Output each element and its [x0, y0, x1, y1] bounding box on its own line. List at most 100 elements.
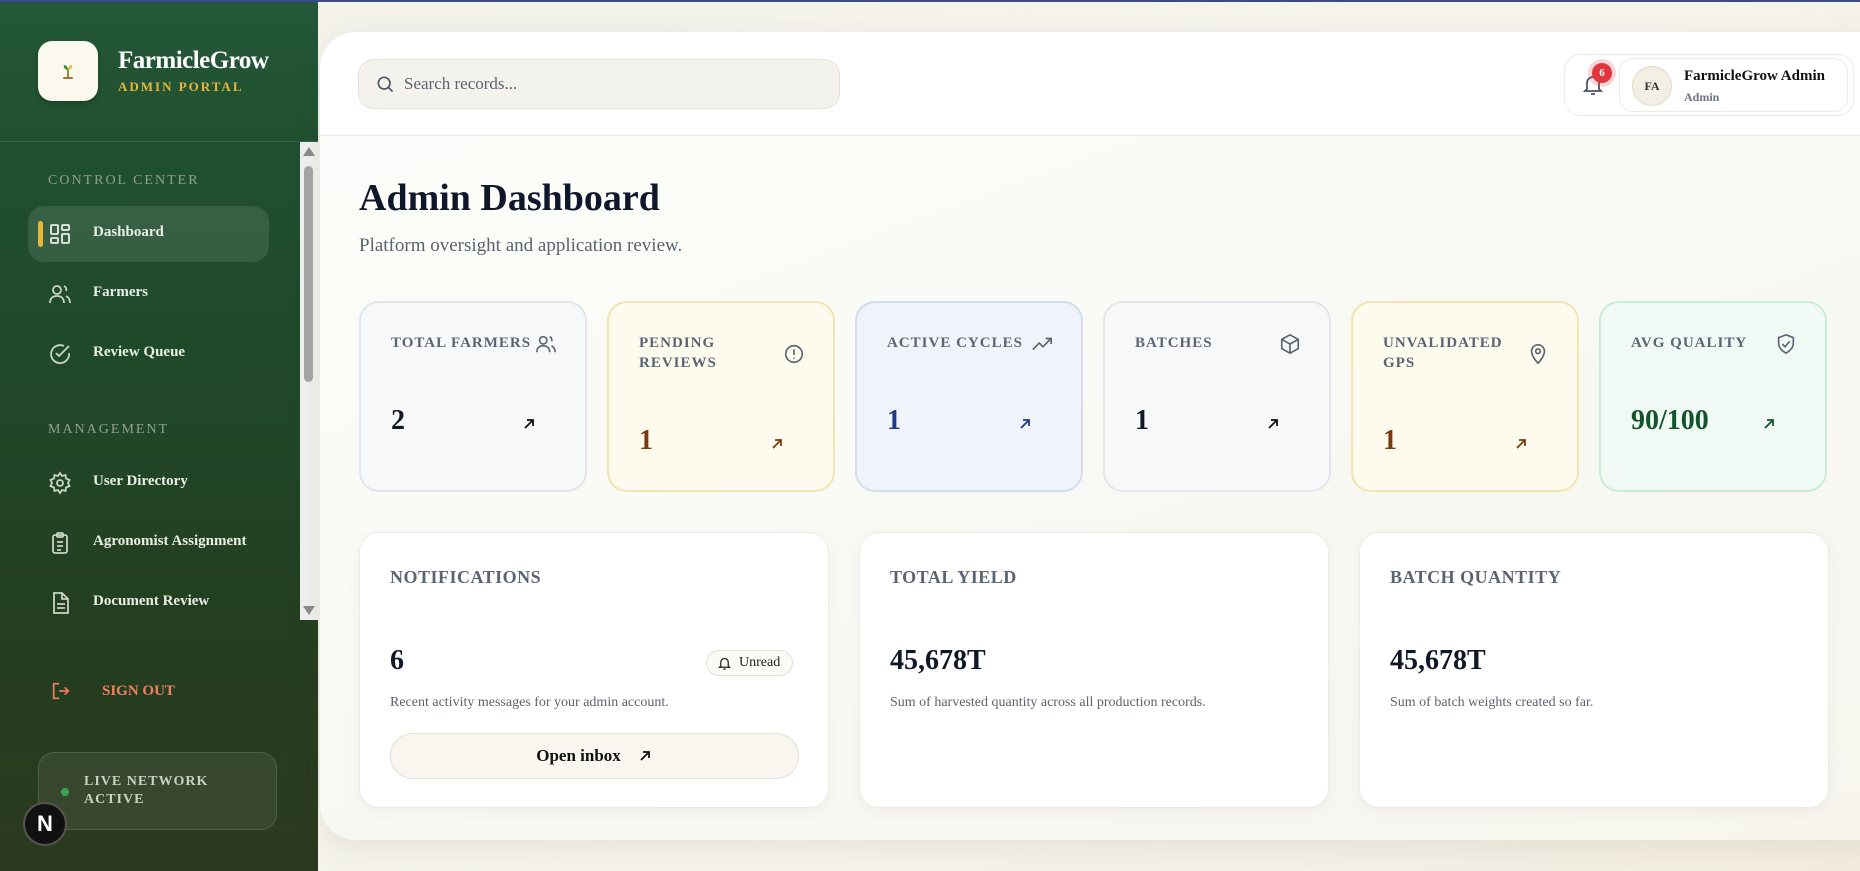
sidebar-item-review-queue[interactable]: Review Queue	[28, 326, 269, 382]
user-name: FarmicleGrow Admin	[1684, 68, 1825, 84]
sidebar-item-label: Dashboard	[93, 224, 164, 240]
users-icon	[49, 285, 71, 304]
section-label-control-center: CONTROL CENTER	[48, 173, 200, 188]
arrow-up-right-icon	[1268, 419, 1278, 429]
search-icon	[377, 76, 394, 93]
gear-icon	[49, 471, 71, 495]
stat-card-avg-quality[interactable]: AVG QUALITY 90/100	[1599, 301, 1827, 492]
card-description: Sum of batch weights created so far.	[1390, 695, 1594, 710]
grid-icon	[50, 224, 70, 244]
trending-up-icon	[1032, 337, 1052, 351]
clipboard-icon	[52, 532, 68, 554]
sprout-icon	[63, 65, 73, 79]
sidebar-item-label: User Directory	[93, 473, 188, 489]
stat-label: BATCHES	[1135, 335, 1213, 351]
stat-value: 1	[1135, 405, 1149, 436]
live-network-label: LIVE NETWORK ACTIVE	[84, 774, 209, 807]
stat-card-active-cycles[interactable]: ACTIVE CYCLES 1	[855, 301, 1083, 492]
total-yield-card: TOTAL YIELD 45,678T Sum of harvested qua…	[859, 532, 1329, 808]
scrollbar-thumb[interactable]	[304, 166, 313, 382]
sidebar-item-dashboard[interactable]: Dashboard	[28, 206, 269, 262]
stat-value: 90/100	[1631, 405, 1709, 436]
card-label: BATCH QUANTITY	[1390, 567, 1562, 587]
stat-label: ACTIVE CYCLES	[887, 335, 1023, 351]
page-title: Admin Dashboard	[359, 177, 660, 219]
sidebar-item-user-directory[interactable]: User Directory	[28, 455, 269, 511]
sidebar-scrollbar[interactable]	[300, 142, 318, 620]
card-value: 6	[390, 645, 404, 676]
avatar: FA	[1632, 66, 1672, 106]
sidebar-item-label: Review Queue	[93, 344, 186, 360]
document-icon	[53, 592, 69, 614]
sidebar-item-agronomist-assignment[interactable]: Agronomist Assignment	[28, 515, 269, 571]
sign-out-label: SIGN OUT	[102, 682, 175, 699]
card-value: 45,678T	[1390, 645, 1486, 676]
top-header: 6 FA FarmicleGrow Admin Admin	[320, 32, 1860, 136]
sidebar-nav[interactable]: CONTROL CENTER Dashboard Farmers Review …	[0, 142, 300, 620]
stat-card-unvalidated-gps[interactable]: UNVALIDATED GPS 1	[1351, 301, 1579, 492]
unread-badge: Unread	[706, 650, 794, 676]
sidebar-item-farmers[interactable]: Farmers	[28, 266, 269, 322]
card-value: 45,678T	[890, 645, 986, 676]
stat-label: UNVALIDATED GPS	[1383, 335, 1503, 371]
open-inbox-button[interactable]: Open inbox	[390, 733, 799, 779]
section-label-management: MANAGEMENT	[48, 422, 170, 437]
brand-name: FarmicleGrow	[118, 47, 269, 74]
notification-badge[interactable]: 6	[1592, 63, 1612, 83]
status-dot	[61, 788, 69, 796]
stat-label: TOTAL FARMERS	[391, 335, 532, 351]
dev-tools-badge[interactable]: N	[23, 802, 67, 846]
stat-label: PENDING REVIEWS	[639, 335, 717, 371]
check-circle-icon	[50, 344, 70, 364]
sidebar-item-label: Agronomist Assignment	[93, 533, 247, 549]
stat-card-pending-reviews[interactable]: PENDING REVIEWS 1	[607, 301, 835, 492]
card-label: TOTAL YIELD	[890, 567, 1017, 587]
window-top-edge	[0, 0, 1860, 2]
card-label: NOTIFICATIONS	[390, 567, 542, 587]
notifications-card: NOTIFICATIONS 6 Unread Recent activity m…	[359, 532, 829, 808]
brand-subtitle: ADMIN PORTAL	[118, 79, 244, 94]
brand-header: FarmicleGrow ADMIN PORTAL	[0, 0, 318, 142]
batch-quantity-card: BATCH QUANTITY 45,678T Sum of batch weig…	[1359, 532, 1829, 808]
brand-logo[interactable]	[38, 41, 98, 101]
page-subtitle: Platform oversight and application revie…	[359, 235, 683, 256]
search-box[interactable]	[358, 59, 840, 109]
search-input[interactable]	[404, 72, 804, 96]
scroll-down-arrow-icon[interactable]	[303, 606, 315, 615]
user-area: 6 FA FarmicleGrow Admin Admin	[1564, 54, 1854, 116]
user-role: Admin	[1684, 90, 1720, 104]
card-description: Recent activity messages for your admin …	[390, 695, 669, 710]
sidebar-item-label: Document Review	[93, 593, 210, 609]
arrow-up-right-icon	[1020, 419, 1030, 429]
sidebar-item-document-review[interactable]: Document Review	[28, 575, 269, 620]
arrow-up-right-icon	[1516, 439, 1526, 449]
shield-check-icon	[1777, 333, 1795, 355]
arrow-up-right-icon	[524, 419, 534, 429]
live-network-status: LIVE NETWORK ACTIVE	[38, 752, 277, 830]
users-icon	[536, 335, 556, 353]
alert-circle-icon	[784, 344, 804, 364]
active-indicator	[38, 221, 43, 247]
sign-out-button[interactable]: SIGN OUT	[50, 677, 175, 705]
arrow-up-right-icon	[1764, 419, 1774, 429]
stat-label: AVG QUALITY	[1631, 335, 1748, 351]
scroll-up-arrow-icon[interactable]	[303, 147, 315, 156]
stat-value: 1	[639, 425, 653, 456]
unread-label: Unread	[739, 655, 781, 670]
stat-card-batches[interactable]: BATCHES 1	[1103, 301, 1331, 492]
open-inbox-label: Open inbox	[536, 746, 621, 765]
stat-value: 1	[887, 405, 901, 436]
sidebar-item-label: Farmers	[93, 284, 148, 300]
stat-value: 1	[1383, 425, 1397, 456]
stat-value: 2	[391, 405, 405, 436]
stat-card-total-farmers[interactable]: TOTAL FARMERS 2	[359, 301, 587, 492]
main-panel: 6 FA FarmicleGrow Admin Admin Admin Dash…	[320, 32, 1860, 840]
bell-icon	[717, 657, 732, 670]
map-pin-icon	[1530, 344, 1546, 365]
arrow-up-right-icon	[772, 439, 782, 449]
box-icon	[1280, 333, 1300, 355]
user-menu[interactable]: FA FarmicleGrow Admin Admin	[1619, 58, 1848, 112]
card-description: Sum of harvested quantity across all pro…	[890, 695, 1206, 710]
arrow-up-right-icon	[640, 751, 650, 761]
logout-icon	[52, 682, 70, 700]
